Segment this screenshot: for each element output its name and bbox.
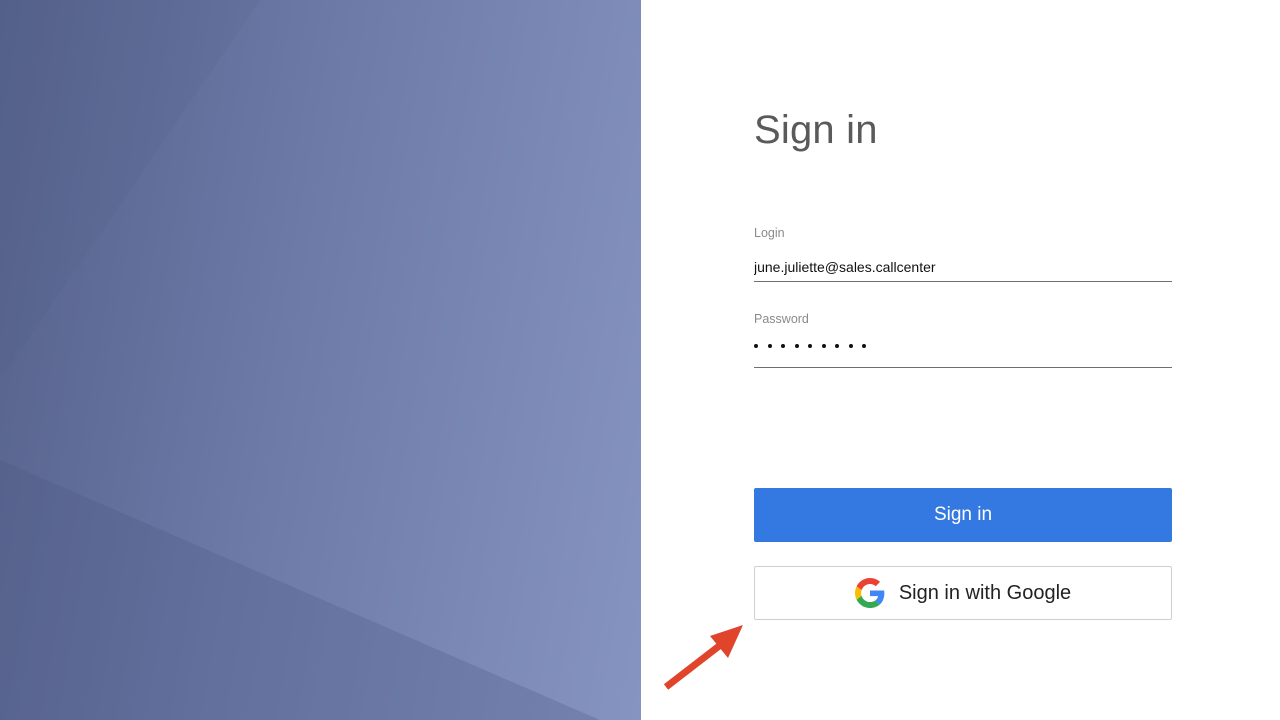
password-input[interactable] bbox=[754, 328, 1172, 368]
signin-page: Sign in Login Password Sign in Sign in w… bbox=[0, 0, 1280, 720]
password-field: Password bbox=[754, 310, 1172, 368]
password-label: Password bbox=[754, 312, 809, 326]
login-field: Login bbox=[754, 224, 1172, 282]
google-button-label: Sign in with Google bbox=[898, 581, 1072, 604]
google-g-icon bbox=[854, 578, 885, 608]
decorative-background-panel bbox=[0, 0, 641, 720]
sign-in-with-google-button[interactable]: Sign in with Google bbox=[754, 566, 1172, 620]
background-shading bbox=[0, 0, 600, 720]
login-label: Login bbox=[754, 226, 785, 240]
page-title: Sign in bbox=[754, 108, 878, 152]
sign-in-button[interactable]: Sign in bbox=[754, 488, 1172, 542]
login-input[interactable] bbox=[754, 242, 1172, 282]
